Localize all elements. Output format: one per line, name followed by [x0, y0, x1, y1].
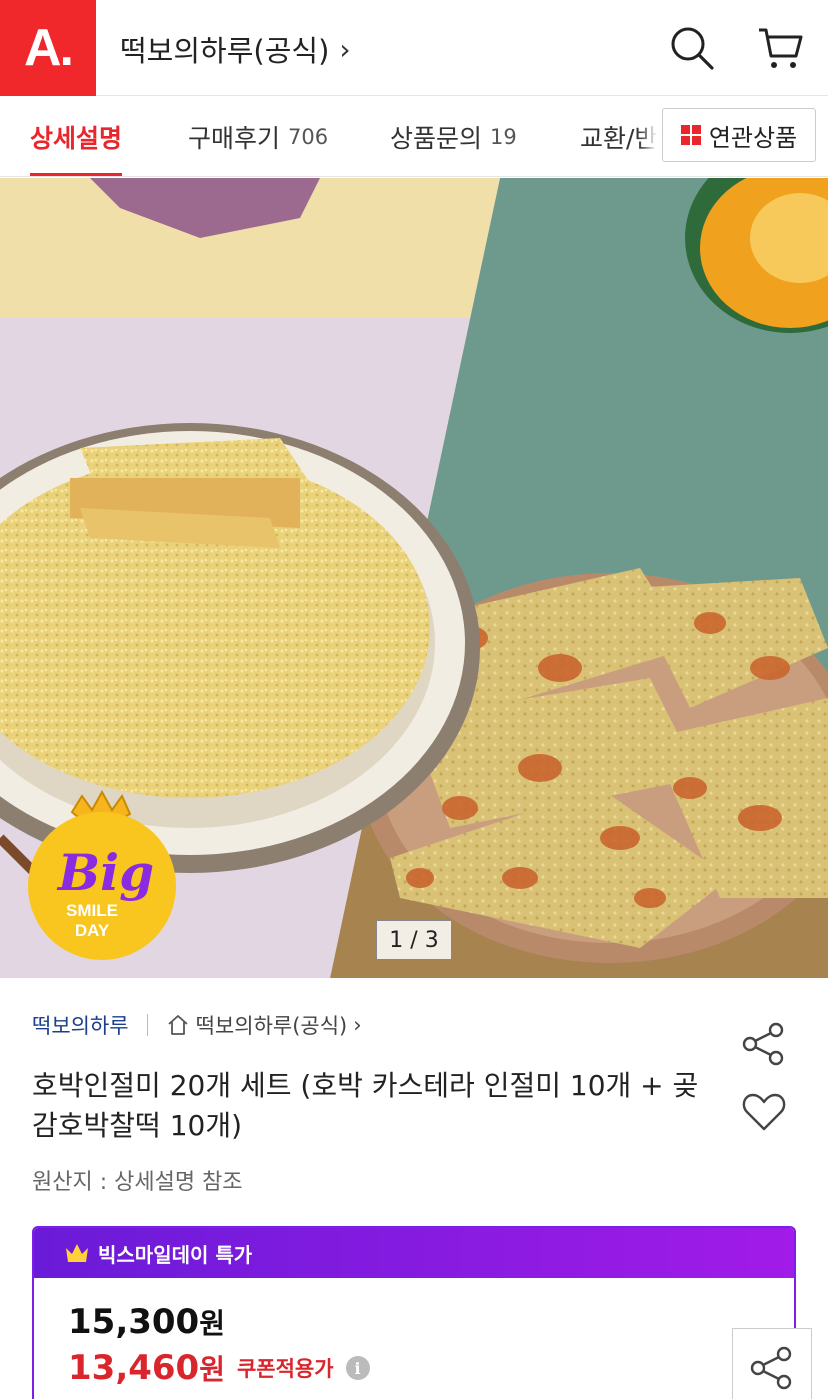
related-products-button[interactable]: 연관상품 — [662, 108, 816, 162]
tab-details[interactable]: 상세설명 — [30, 97, 123, 176]
sale-price-row: 13,460원 쿠폰적용가 i — [68, 1348, 370, 1388]
grid-icon — [680, 125, 701, 145]
image-page-indicator: 1 / 3 — [376, 920, 452, 960]
currency-label: 원 — [199, 1353, 225, 1386]
top-header: A. 떡보의하루(공식) › — [0, 0, 828, 96]
home-icon — [168, 1015, 188, 1035]
share-icon[interactable] — [740, 1020, 788, 1068]
tab-exchange[interactable]: 교환/반 — [580, 97, 658, 176]
event-banner: 빅스마일데이 특가 — [34, 1228, 794, 1278]
tab-questions[interactable]: 상품문의 19 — [390, 97, 517, 176]
original-price-amount: 15,300 — [68, 1302, 200, 1342]
badge-big-text: Big — [56, 843, 154, 902]
store-title-link[interactable]: 떡보의하루(공식) › — [120, 28, 351, 70]
search-icon[interactable] — [668, 24, 716, 72]
tab-reviews[interactable]: 구매후기 706 — [188, 97, 329, 176]
currency-label: 원 — [199, 1307, 225, 1340]
price-box: 빅스마일데이 특가 15,300원 13,460원 쿠폰적용가 i — [32, 1226, 796, 1399]
question-count: 19 — [490, 125, 517, 149]
event-label: 빅스마일데이 특가 — [98, 1242, 253, 1267]
crown-icon — [66, 1244, 88, 1262]
chevron-right-icon: › — [339, 32, 351, 66]
seller-name-link[interactable]: 떡보의하루 — [32, 1010, 129, 1040]
related-products-label: 연관상품 — [708, 123, 798, 152]
product-title: 호박인절미 20개 세트 (호박 카스테라 인절미 10개 + 곶감호박찰떡 1… — [32, 1069, 699, 1142]
badge-day-text: DAY — [75, 921, 110, 940]
floating-share-button[interactable] — [732, 1328, 812, 1399]
heart-icon[interactable] — [740, 1088, 788, 1136]
origin-info: 원산지 : 상세설명 참조 — [32, 1170, 243, 1195]
store-home-link[interactable]: 떡보의하루(공식) › — [166, 1010, 362, 1040]
review-count: 706 — [288, 125, 329, 149]
seller-row: 떡보의하루 떡보의하루(공식) › — [32, 1010, 362, 1040]
sale-price: 13,460원 — [68, 1348, 225, 1388]
chevron-right-icon: › — [353, 1013, 362, 1037]
coupon-label: 쿠폰적용가 — [236, 1357, 334, 1381]
tab-label: 구매후기 — [188, 124, 281, 153]
original-price: 15,300원 — [68, 1302, 225, 1342]
tab-label: 상세설명 — [30, 124, 123, 153]
share-icon — [750, 1346, 792, 1390]
tab-label: 상품문의 — [390, 124, 483, 153]
store-link-label: 떡보의하루(공식) — [195, 1014, 348, 1038]
cart-icon[interactable] — [756, 24, 804, 72]
sale-price-amount: 13,460 — [68, 1348, 200, 1388]
tab-label: 교환/반 — [580, 124, 658, 153]
divider — [146, 1014, 148, 1036]
auction-logo[interactable]: A. — [0, 0, 96, 96]
store-title: 떡보의하루(공식) — [120, 34, 330, 68]
badge-smile-text: SMILE — [66, 901, 118, 920]
big-smile-day-badge: Big SMILE DAY — [28, 790, 176, 960]
info-icon[interactable]: i — [345, 1356, 370, 1380]
